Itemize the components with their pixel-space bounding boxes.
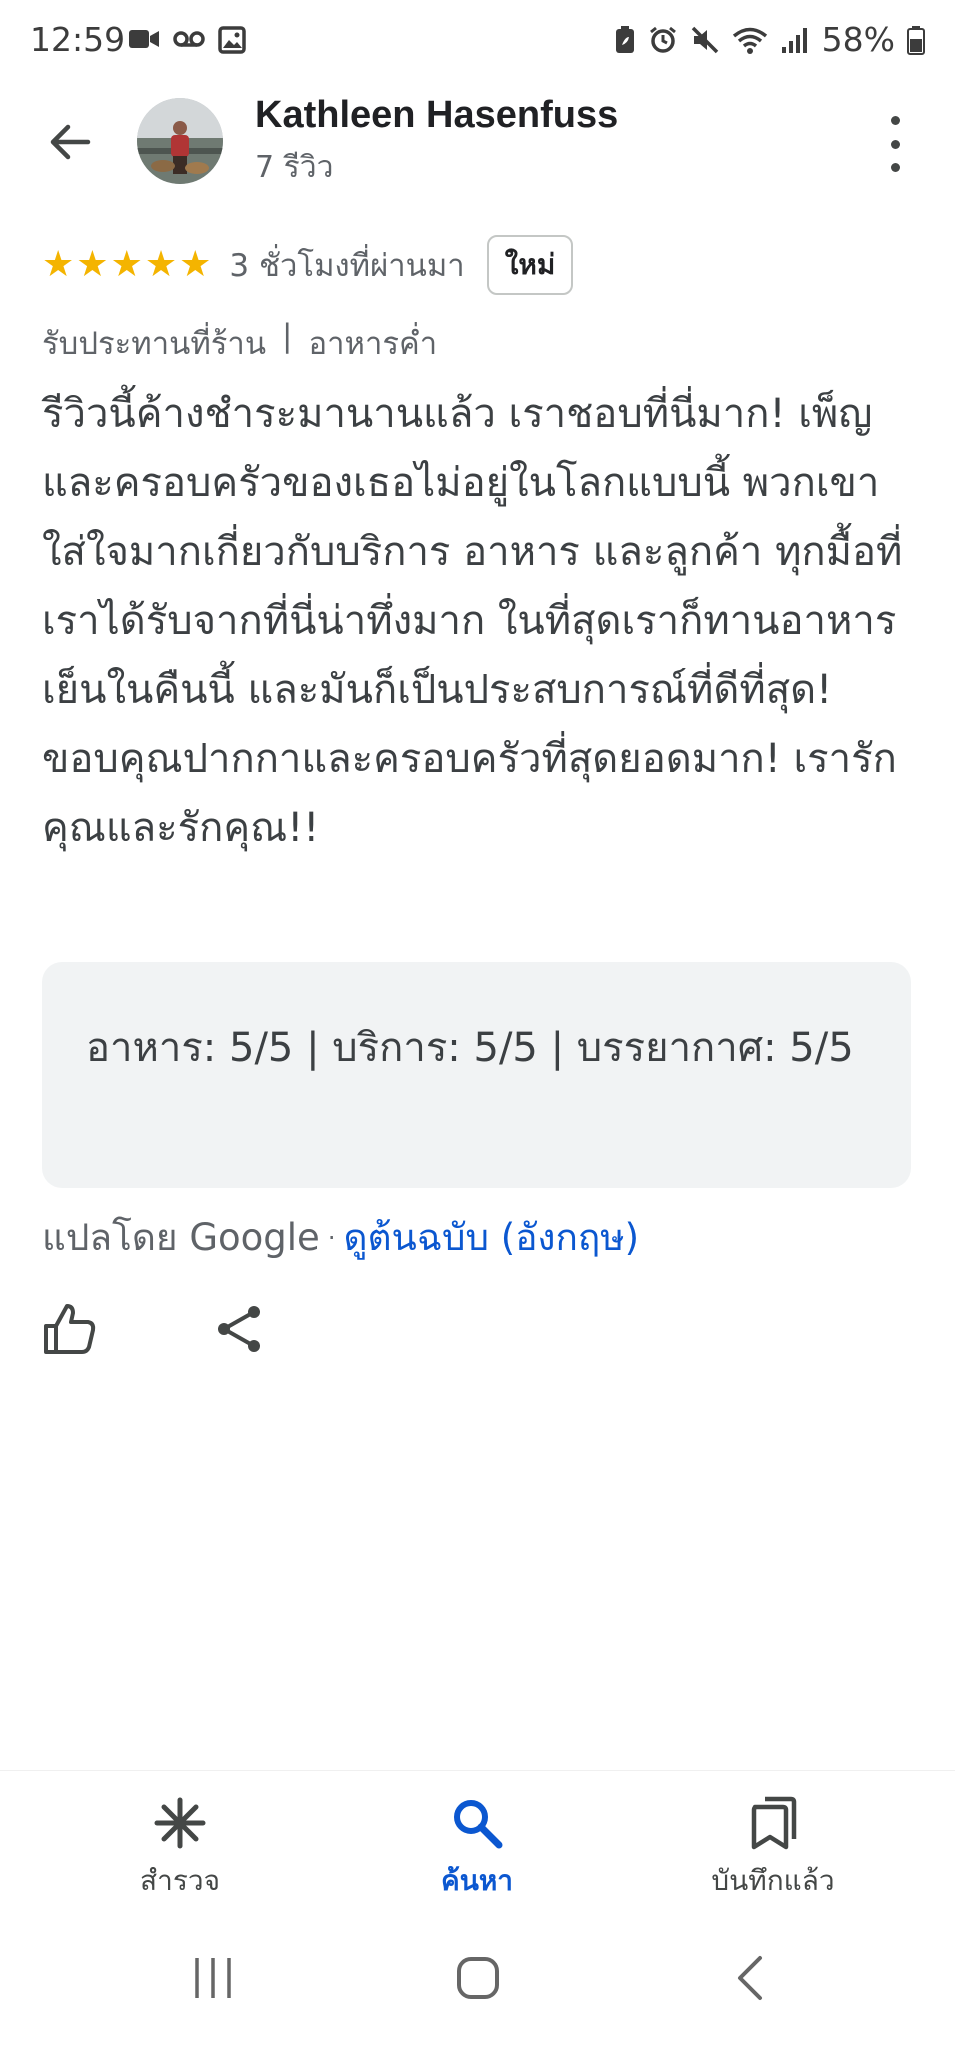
star-icon: ★ xyxy=(144,244,178,285)
battery-saver-icon xyxy=(615,25,634,53)
star-rating: ★ ★ ★ ★ ★ xyxy=(42,247,211,283)
nav-saved[interactable]: บันทึกแล้ว xyxy=(653,1795,893,1903)
meal-type: อาหารค่ำ xyxy=(308,326,438,362)
saved-icon xyxy=(751,1796,797,1850)
translation-dot: · xyxy=(327,1224,336,1252)
reviewer-name[interactable]: Kathleen Hasenfuss xyxy=(255,94,618,137)
nav-search-label: ค้นหา xyxy=(440,1864,514,1897)
sub-ratings-box: อาหาร: 5/5 | บริการ: 5/5 | บรรยากาศ: 5/5 xyxy=(42,962,911,1188)
bottom-nav: สำรวจ ค้นหา บันทึกแล้ว xyxy=(0,1770,955,1908)
like-button[interactable] xyxy=(40,1300,98,1358)
thumb-up-icon xyxy=(44,1304,96,1354)
battery-icon xyxy=(907,25,925,55)
mute-icon xyxy=(691,26,718,53)
dot-icon xyxy=(890,116,900,125)
avatar-photo xyxy=(137,98,223,184)
star-icon: ★ xyxy=(179,244,212,285)
status-left-icons xyxy=(128,26,246,54)
star-icon: ★ xyxy=(76,244,109,285)
home-icon xyxy=(457,1957,499,1999)
translated-by-label: แปลโดย Google xyxy=(42,1216,320,1259)
video-icon xyxy=(129,30,159,48)
sub-ratings-text: อาหาร: 5/5 | บริการ: 5/5 | บรรยากาศ: 5/5 xyxy=(86,1025,854,1071)
review-text: รีวิวนี้ค้างชำระมานานแล้ว เราชอบที่นี่มา… xyxy=(42,391,903,851)
recent-apps-icon xyxy=(195,1958,231,1998)
back-button[interactable] xyxy=(38,110,102,174)
arrow-back-icon xyxy=(50,124,91,160)
more-options-button[interactable] xyxy=(875,116,915,172)
status-time: 12:59 xyxy=(30,20,126,59)
new-badge: ใหม่ xyxy=(486,235,574,295)
nav-explore[interactable]: สำรวจ xyxy=(60,1795,300,1903)
alarm-icon xyxy=(649,26,676,53)
system-nav-bar xyxy=(0,1908,955,2048)
status-bar: 12:59 58% xyxy=(0,0,955,86)
review-meta: รับประทานที่ร้าน | อาหารค่ำ xyxy=(42,318,437,368)
review-time: 3 ชั่วโมงที่ผ่านมา xyxy=(229,248,465,284)
status-right-icons: 58% xyxy=(614,20,925,59)
share-button[interactable] xyxy=(210,1300,268,1358)
image-icon xyxy=(218,26,246,54)
view-original-link[interactable]: ดูต้นฉบับ (อังกฤษ) xyxy=(343,1208,639,1268)
share-icon xyxy=(218,1306,260,1352)
nav-saved-label: บันทึกแล้ว xyxy=(711,1864,835,1897)
nav-search[interactable]: ค้นหา xyxy=(357,1795,597,1903)
battery-percent: 58% xyxy=(821,20,895,59)
reviewer-header: Kathleen Hasenfuss 7 รีวิว xyxy=(0,86,955,196)
home-button[interactable] xyxy=(448,1953,508,2003)
avatar[interactable] xyxy=(137,98,223,184)
translation-line: แปลโดย Google · ดูต้นฉบับ (อังกฤษ) xyxy=(42,1208,639,1268)
explore-icon xyxy=(154,1797,206,1849)
voicemail-icon xyxy=(173,31,205,47)
recent-apps-button[interactable] xyxy=(183,1953,243,2003)
dot-icon xyxy=(890,163,900,172)
nav-explore-label: สำรวจ xyxy=(140,1864,220,1897)
rating-row: ★ ★ ★ ★ ★ 3 ชั่วโมงที่ผ่านมา ใหม่ xyxy=(42,235,574,295)
star-icon: ★ xyxy=(42,244,75,285)
meta-separator: | xyxy=(282,318,293,354)
back-nav-button[interactable] xyxy=(720,1953,780,2003)
reviewer-review-count: 7 รีวิว xyxy=(255,150,334,185)
back-nav-icon xyxy=(738,1956,762,2000)
wifi-icon xyxy=(732,27,767,54)
signal-icon xyxy=(781,27,807,53)
search-icon xyxy=(454,1800,503,1849)
service-type: รับประทานที่ร้าน xyxy=(42,326,267,362)
dot-icon xyxy=(890,139,900,149)
star-icon: ★ xyxy=(110,244,143,285)
